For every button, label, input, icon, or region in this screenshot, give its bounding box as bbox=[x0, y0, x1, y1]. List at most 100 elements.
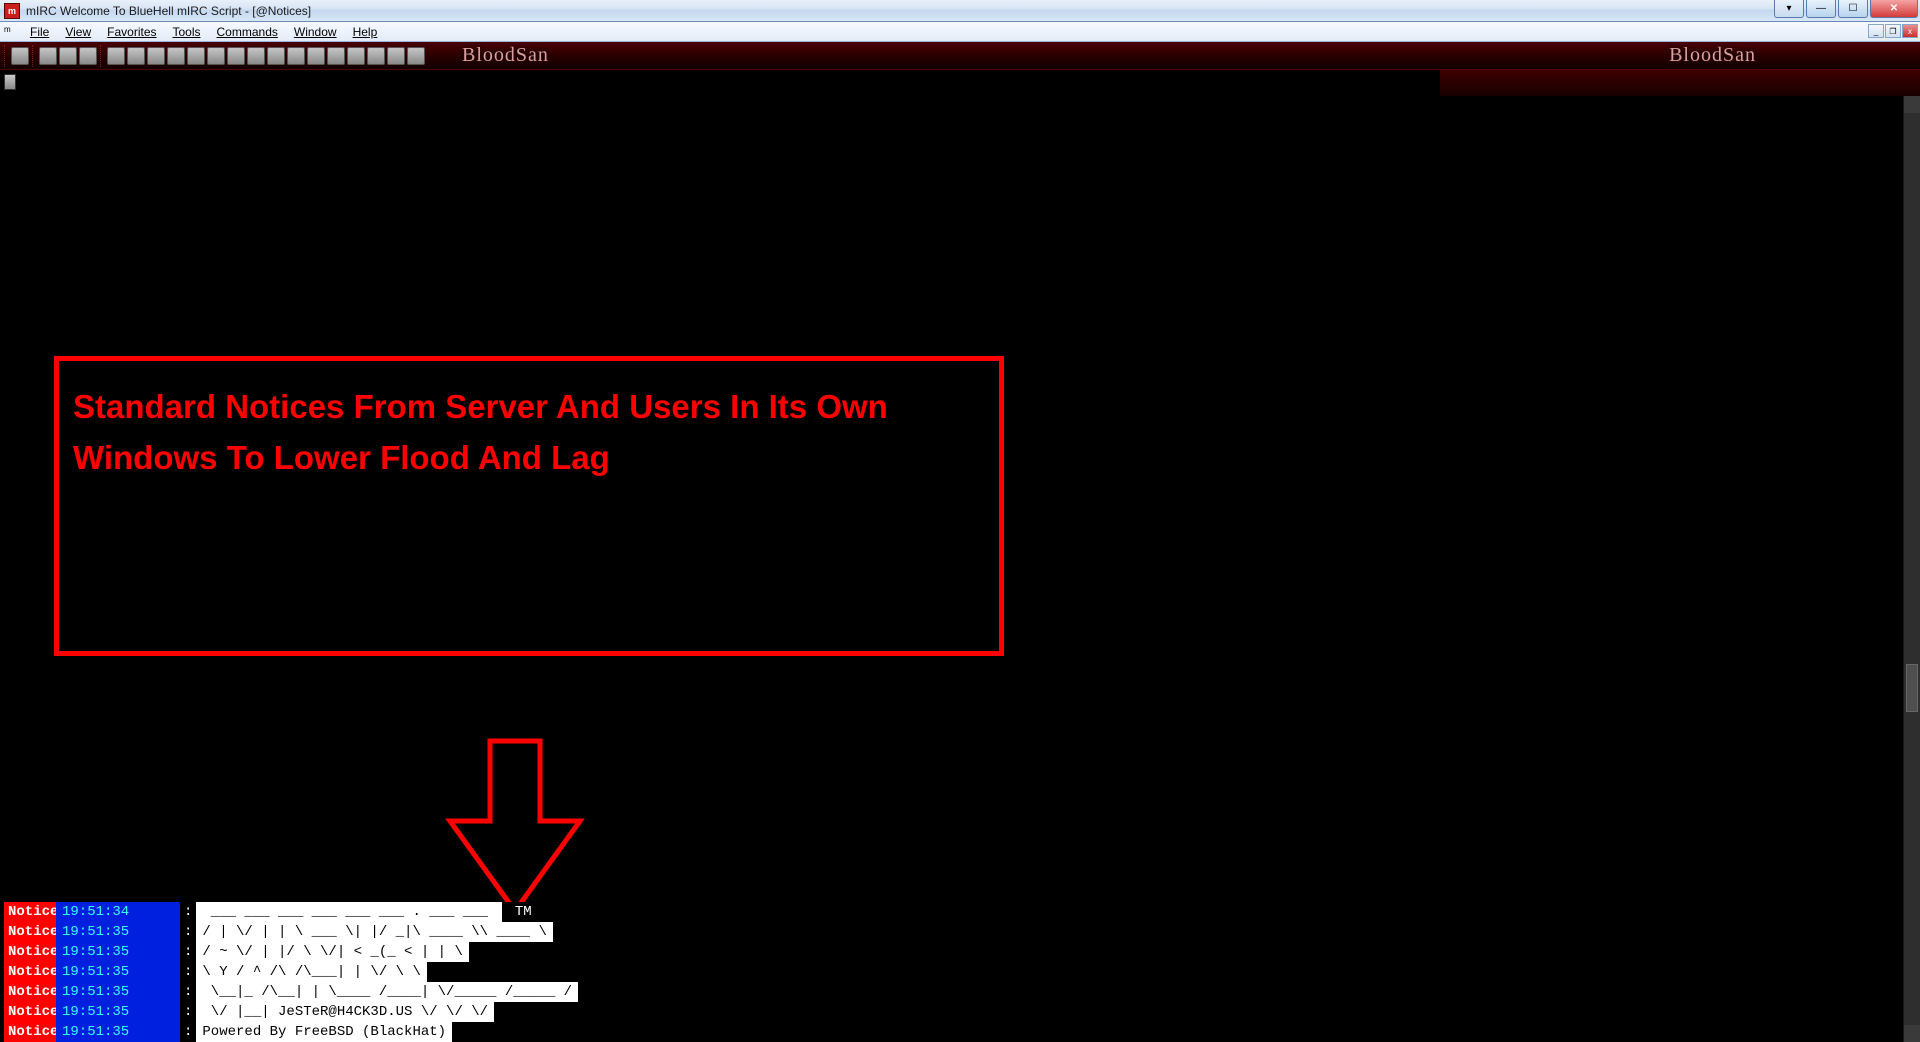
notice-row: Notice19:51:35 *status: \/ |__| JeSTeR@H… bbox=[4, 1002, 578, 1022]
toolbar-button[interactable] bbox=[187, 47, 205, 65]
notice-message: / ~ \/ | |/ \ \/| < _(_ < | | \ bbox=[196, 942, 468, 962]
notice-message-highlight: / ~ \/ | |/ \ \/| < _(_ < | | \ bbox=[196, 942, 468, 962]
brand-logo-left: BloodSan bbox=[438, 44, 573, 67]
mdi-restore-button[interactable]: ❐ bbox=[1885, 24, 1901, 38]
notice-label: Notice bbox=[4, 962, 56, 982]
notice-timestamp: 19:51:35 *status bbox=[56, 1022, 180, 1042]
separator-icon: : bbox=[180, 1002, 196, 1022]
notice-message: \__|_ /\__| | \____ /____| \/_____ /____… bbox=[196, 982, 578, 1002]
notices-window: Standard Notices From Server And Users I… bbox=[0, 96, 1920, 1042]
separator-icon: : bbox=[180, 1022, 196, 1042]
toolbar-button[interactable] bbox=[287, 47, 305, 65]
menu-help[interactable]: Help bbox=[345, 23, 386, 41]
toolbar-button[interactable] bbox=[327, 47, 345, 65]
switchbar bbox=[0, 70, 1920, 96]
menu-view[interactable]: View bbox=[57, 23, 99, 41]
notice-row: Notice19:51:34 *status: ___ ___ ___ ___ … bbox=[4, 902, 578, 922]
notice-row: Notice19:51:35 *status:Powered By FreeBS… bbox=[4, 1022, 578, 1042]
toolbar-button[interactable] bbox=[59, 47, 77, 65]
notice-message-highlight: \/ |__| JeSTeR@H4CK3D.US \/ \/ \/ bbox=[196, 1002, 494, 1022]
toolbar-button[interactable] bbox=[407, 47, 425, 65]
scrollbar-thumb[interactable] bbox=[1906, 664, 1918, 712]
toolbar-button[interactable] bbox=[107, 47, 125, 65]
annotation-box: Standard Notices From Server And Users I… bbox=[54, 356, 1004, 656]
notice-label: Notice bbox=[4, 982, 56, 1002]
brand-logo-right: BloodSan bbox=[1645, 44, 1780, 67]
menu-commands[interactable]: Commands bbox=[209, 23, 286, 41]
notice-message: \/ |__| JeSTeR@H4CK3D.US \/ \/ \/ bbox=[196, 1002, 494, 1022]
toolbar-button[interactable] bbox=[347, 47, 365, 65]
mdi-minimize-button[interactable]: _ bbox=[1868, 24, 1884, 38]
notice-row: Notice19:51:35 *status: \__|_ /\__| | \_… bbox=[4, 982, 578, 1002]
minimize-button[interactable]: — bbox=[1806, 0, 1836, 18]
annotation-text: Standard Notices From Server And Users I… bbox=[73, 381, 985, 483]
notice-label: Notice bbox=[4, 1002, 56, 1022]
toolbar-button[interactable] bbox=[267, 47, 285, 65]
toolbar-button[interactable] bbox=[307, 47, 325, 65]
notices-log: Notice19:51:34 *status: ___ ___ ___ ___ … bbox=[4, 902, 578, 1042]
down-arrow-icon bbox=[440, 736, 590, 916]
notice-row: Notice19:51:35 *status:/ ~ \/ | |/ \ \/|… bbox=[4, 942, 578, 962]
minimize-alt-button[interactable]: ▾ bbox=[1774, 0, 1804, 18]
notice-message: Powered By FreeBSD (BlackHat) bbox=[196, 1022, 452, 1042]
notice-message-highlight: Powered By FreeBSD (BlackHat) bbox=[196, 1022, 452, 1042]
menu-window[interactable]: Window bbox=[286, 23, 345, 41]
toolbar-button[interactable] bbox=[247, 47, 265, 65]
notice-label: Notice bbox=[4, 942, 56, 962]
notice-message-highlight: \__|_ /\__| | \____ /____| \/_____ /____… bbox=[196, 982, 578, 1002]
notice-message-highlight: ___ ___ ___ ___ ___ ___ . ___ ___ bbox=[196, 902, 502, 922]
notice-message: \ Y / ^ /\ /\___| | \/ \ \ bbox=[196, 962, 426, 982]
toolbar-button[interactable] bbox=[367, 47, 385, 65]
vertical-scrollbar[interactable] bbox=[1903, 96, 1920, 1042]
separator-icon: : bbox=[180, 962, 196, 982]
notice-timestamp: 19:51:34 *status bbox=[56, 902, 180, 922]
notice-label: Notice bbox=[4, 922, 56, 942]
toolbar-button[interactable] bbox=[11, 47, 29, 65]
notice-timestamp: 19:51:35 *status bbox=[56, 1002, 180, 1022]
separator-icon: : bbox=[180, 922, 196, 942]
notice-timestamp: 19:51:35 *status bbox=[56, 922, 180, 942]
notice-timestamp: 19:51:35 *status bbox=[56, 982, 180, 1002]
notice-message: / | \/ | | \ ___ \| |/ _|\ ____ \\ ____ … bbox=[196, 922, 552, 942]
toolbar-button[interactable] bbox=[227, 47, 245, 65]
separator-icon: : bbox=[180, 982, 196, 1002]
separator-icon: : bbox=[180, 902, 196, 922]
toolbar-button[interactable] bbox=[207, 47, 225, 65]
toolbar-button[interactable] bbox=[79, 47, 97, 65]
maximize-button[interactable]: ☐ bbox=[1838, 0, 1868, 18]
notice-row: Notice19:51:35 *status:\ Y / ^ /\ /\___|… bbox=[4, 962, 578, 982]
toolbar-button[interactable] bbox=[167, 47, 185, 65]
toolbar-button[interactable] bbox=[387, 47, 405, 65]
mdi-icon[interactable]: m bbox=[4, 25, 18, 39]
window-controls: ▾ — ☐ ✕ bbox=[1774, 0, 1918, 18]
menu-favorites[interactable]: Favorites bbox=[99, 23, 164, 41]
notice-timestamp: 19:51:35 *status bbox=[56, 962, 180, 982]
toolbar-button[interactable] bbox=[147, 47, 165, 65]
close-button[interactable]: ✕ bbox=[1870, 0, 1918, 18]
notice-timestamp: 19:51:35 *status bbox=[56, 942, 180, 962]
menu-tools[interactable]: Tools bbox=[165, 23, 209, 41]
mdi-controls: _ ❐ x bbox=[1868, 24, 1918, 38]
separator-icon: : bbox=[180, 942, 196, 962]
menu-file[interactable]: File bbox=[22, 23, 57, 41]
app-icon: m bbox=[4, 3, 20, 19]
notice-message: ___ ___ ___ ___ ___ ___ . ___ ___ TM bbox=[196, 902, 535, 922]
toolbar-separator-icon bbox=[32, 45, 36, 67]
menu-bar: m File View Favorites Tools Commands Win… bbox=[0, 22, 1920, 42]
switchbar-button[interactable] bbox=[4, 74, 16, 90]
decorative-gradient bbox=[1440, 70, 1920, 96]
window-title: mIRC Welcome To BlueHell mIRC Script - [… bbox=[26, 4, 311, 18]
toolbar-button[interactable] bbox=[39, 47, 57, 65]
notice-label: Notice bbox=[4, 1022, 56, 1042]
notice-row: Notice19:51:35 *status:/ | \/ | | \ ___ … bbox=[4, 922, 578, 942]
notice-message-highlight: \ Y / ^ /\ /\___| | \/ \ \ bbox=[196, 962, 426, 982]
toolbar-button[interactable] bbox=[127, 47, 145, 65]
notice-message-highlight: / | \/ | | \ ___ \| |/ _|\ ____ \\ ____ … bbox=[196, 922, 552, 942]
toolbar: BloodSan BloodSan bbox=[0, 42, 1920, 70]
window-titlebar: m mIRC Welcome To BlueHell mIRC Script -… bbox=[0, 0, 1920, 22]
toolbar-separator-icon bbox=[100, 45, 104, 67]
notice-label: Notice bbox=[4, 902, 56, 922]
mdi-close-button[interactable]: x bbox=[1902, 24, 1918, 38]
toolbar-grip-icon bbox=[4, 45, 8, 67]
notice-message-plain: TM bbox=[502, 902, 535, 922]
